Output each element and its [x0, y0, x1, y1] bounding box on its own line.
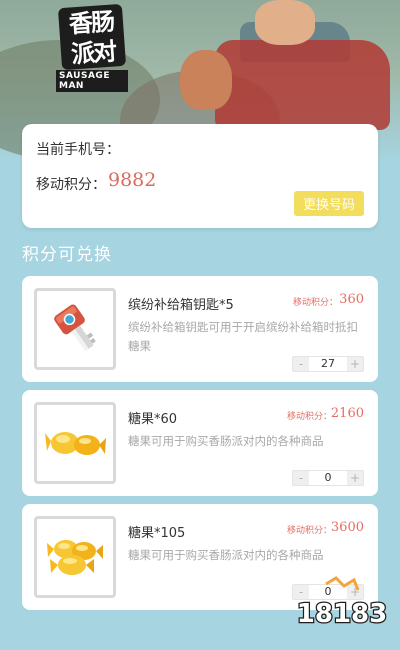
quantity-value[interactable]: 27 [309, 357, 347, 371]
decrement-button[interactable]: - [293, 357, 309, 371]
item-price-label: 移动积分： [286, 412, 332, 422]
item-name: 糖果*105 [128, 526, 186, 541]
account-card: 当前手机号： 移动积分： 9882 更换号码 [22, 124, 378, 228]
quantity-stepper: - 27 + [292, 356, 364, 372]
logo-mark: 香肠派对 [57, 3, 127, 71]
character-illustration [180, 50, 232, 110]
item-name: 糖果*60 [128, 412, 178, 427]
item-thumbnail [34, 288, 116, 370]
points-label: 移动积分： [36, 177, 106, 193]
change-number-button[interactable]: 更换号码 [294, 191, 364, 216]
phone-label: 当前手机号： [36, 142, 120, 158]
item-thumbnail [34, 516, 116, 598]
section-title: 积分可兑换 [22, 245, 112, 265]
svg-text:18183: 18183 [297, 599, 387, 629]
exchange-item-card: 糖果*60 移动积分： 2160 糖果可用于购买香肠派对内的各种商品 - 0 + [22, 390, 378, 496]
candy-pile-icon [47, 540, 103, 575]
item-thumbnail [34, 402, 116, 484]
game-logo: 香肠派对 SAUSAGE MAN [56, 3, 128, 92]
item-description: 糖果可用于购买香肠派对内的各种商品 [128, 434, 324, 448]
item-price: 3600 [330, 520, 364, 535]
quantity-value[interactable]: 0 [309, 471, 347, 485]
item-description: 糖果可用于购买香肠派对内的各种商品 [128, 548, 324, 562]
exchange-item-card: 缤纷补给箱钥匙*5 移动积分： 360 缤纷补给箱钥匙可用于开启缤纷补给箱时抵扣… [22, 276, 378, 382]
item-price: 2160 [330, 406, 364, 421]
key-icon [54, 304, 96, 351]
candy-icon [45, 432, 106, 455]
item-name: 缤纷补给箱钥匙*5 [128, 298, 234, 313]
character-illustration [255, 0, 315, 45]
site-watermark: 18183 [296, 576, 388, 630]
car-illustration [215, 40, 390, 130]
item-price: 360 [339, 292, 364, 307]
decrement-button[interactable]: - [293, 471, 309, 485]
increment-button[interactable]: + [347, 471, 363, 485]
item-price-label: 移动积分： [292, 298, 338, 308]
quantity-stepper: - 0 + [292, 470, 364, 486]
item-description: 缤纷补给箱钥匙可用于开启缤纷补给箱时抵扣糖果 [128, 320, 358, 353]
increment-button[interactable]: + [347, 357, 363, 371]
logo-subtitle: SAUSAGE MAN [56, 70, 128, 92]
item-price-label: 移动积分： [286, 526, 332, 536]
points-value: 9882 [108, 169, 157, 191]
